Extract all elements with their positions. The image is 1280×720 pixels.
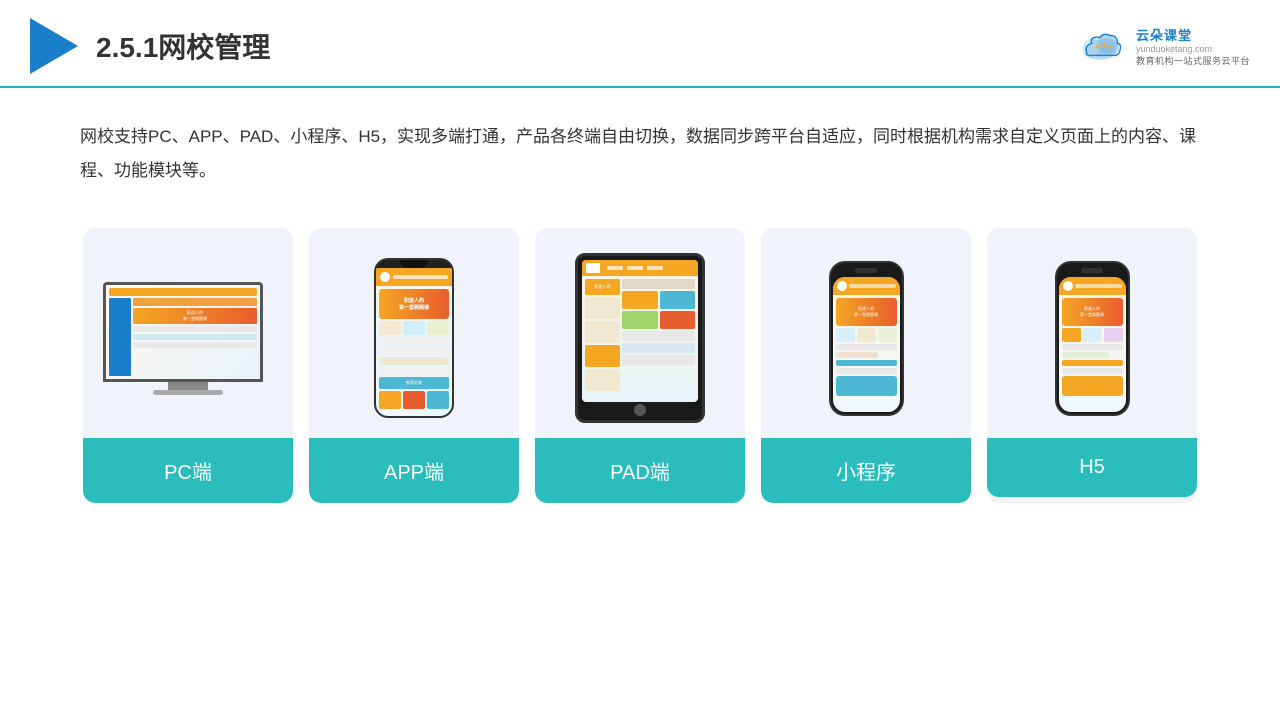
card-miniprogram-label: 小程序 bbox=[761, 438, 971, 503]
main-description: 网校支持PC、APP、PAD、小程序、H5，实现多端打通，产品各终端自由切换，数… bbox=[80, 127, 1196, 180]
card-app-label: APP端 bbox=[309, 438, 519, 503]
logo-tagline: 教育机构一站式服务云平台 bbox=[1136, 54, 1250, 67]
description-text: 网校支持PC、APP、PAD、小程序、H5，实现多端打通，产品各终端自由切换，数… bbox=[0, 88, 1280, 208]
header-left: 2.5.1网校管理 bbox=[30, 18, 270, 74]
card-h5-label: H5 bbox=[987, 438, 1197, 497]
logo-text: 云朵课堂 yunduoketang.com 教育机构一站式服务云平台 bbox=[1136, 25, 1250, 67]
card-miniprogram: 职途人的第一堂刷题课 bbox=[761, 228, 971, 503]
app-phone-mockup: 职途人的第一堂刷题课 推荐 bbox=[374, 258, 454, 418]
card-pc-image: 职途人的第一堂刷题课 bbox=[83, 228, 293, 438]
h5-phone-mockup: 职途人的第一堂刷题课 bbox=[1055, 261, 1130, 416]
card-pc-label: PC端 bbox=[83, 438, 293, 503]
pc-screen: 职途人的第一堂刷题课 bbox=[103, 282, 263, 382]
brand-logo: 云朵课堂 yunduoketang.com 教育机构一站式服务云平台 bbox=[1076, 25, 1250, 67]
cards-container: 职途人的第一堂刷题课 PC端 bbox=[0, 208, 1280, 533]
card-app: 职途人的第一堂刷题课 推荐 bbox=[309, 228, 519, 503]
pad-tablet-mockup: 职途人的 bbox=[575, 253, 705, 423]
logo-url: yunduoketang.com bbox=[1136, 44, 1212, 54]
card-pad: 职途人的 bbox=[535, 228, 745, 503]
card-pad-image: 职途人的 bbox=[535, 228, 745, 438]
miniprogram-phone-mockup: 职途人的第一堂刷题课 bbox=[829, 261, 904, 416]
logo-brand-name: 云朵课堂 bbox=[1136, 25, 1192, 44]
card-h5: 职途人的第一堂刷题课 bbox=[987, 228, 1197, 503]
pc-device-mockup: 职途人的第一堂刷题课 bbox=[103, 282, 273, 395]
card-h5-image: 职途人的第一堂刷题课 bbox=[987, 228, 1197, 438]
header: 2.5.1网校管理 云朵课堂 yunduoketang.com 教育机构一站式服… bbox=[0, 0, 1280, 88]
cloud-svg-icon bbox=[1076, 28, 1128, 64]
card-app-image: 职途人的第一堂刷题课 推荐 bbox=[309, 228, 519, 438]
play-icon bbox=[30, 18, 78, 74]
card-miniprogram-image: 职途人的第一堂刷题课 bbox=[761, 228, 971, 438]
card-pad-label: PAD端 bbox=[535, 438, 745, 503]
card-pc: 职途人的第一堂刷题课 PC端 bbox=[83, 228, 293, 503]
page-title: 2.5.1网校管理 bbox=[96, 26, 270, 66]
